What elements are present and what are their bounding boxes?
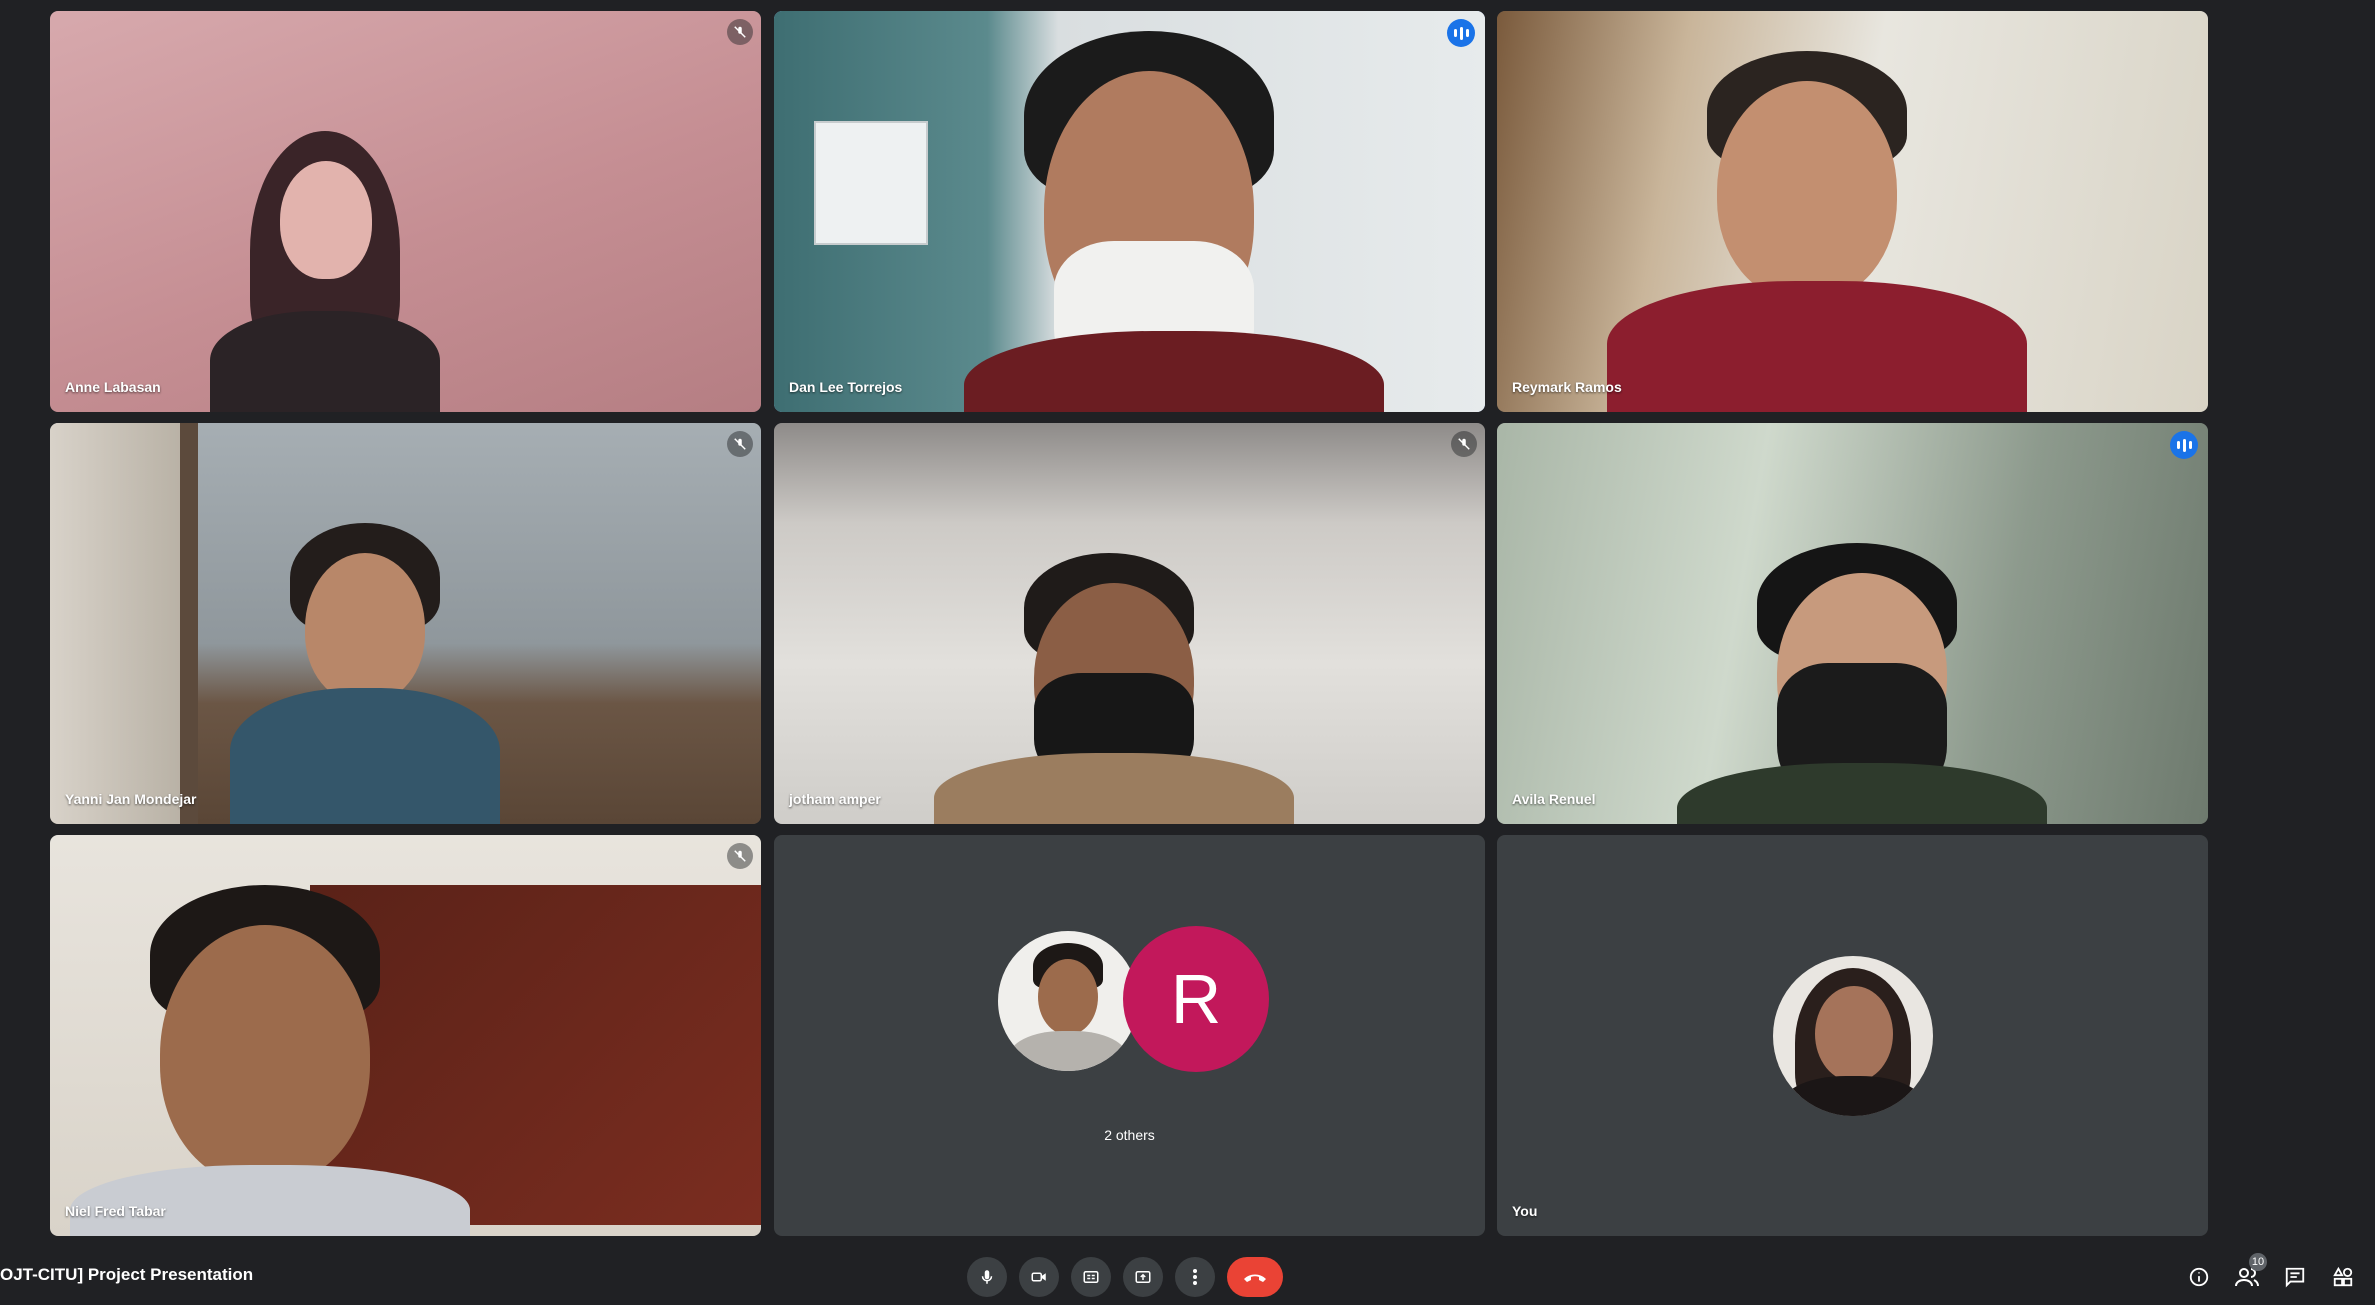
others-tile[interactable]: R 2 others xyxy=(774,835,1485,1236)
participant-tile-reymark[interactable]: Reymark Ramos xyxy=(1497,11,2208,412)
activities-button[interactable] xyxy=(2325,1259,2361,1295)
end-call-icon xyxy=(1244,1274,1266,1282)
participant-tile-yanni[interactable]: Yanni Jan Mondejar xyxy=(50,423,761,824)
chat-button[interactable] xyxy=(2277,1259,2313,1295)
muted-mic-icon xyxy=(727,19,753,45)
participant-tile-niel[interactable]: Niel Fred Tabar xyxy=(50,835,761,1236)
participant-name: Yanni Jan Mondejar xyxy=(65,791,197,807)
camera-icon xyxy=(1031,1272,1046,1282)
end-call-button[interactable] xyxy=(1227,1257,1283,1297)
others-avatar-photo xyxy=(995,928,1141,1074)
microphone-button[interactable] xyxy=(967,1257,1007,1297)
more-options-button[interactable] xyxy=(1175,1257,1215,1297)
microphone-icon xyxy=(981,1270,993,1284)
participant-name: jotham amper xyxy=(789,791,881,807)
others-label: 2 others xyxy=(1104,1127,1155,1143)
participant-tile-anne[interactable]: Anne Labasan xyxy=(50,11,761,412)
activities-icon xyxy=(2333,1266,2353,1287)
participant-name: Avila Renuel xyxy=(1512,791,1596,807)
people-button[interactable]: 10 xyxy=(2229,1253,2267,1295)
present-button[interactable] xyxy=(1123,1257,1163,1297)
more-options-icon xyxy=(1193,1269,1197,1285)
participant-name: Anne Labasan xyxy=(65,379,161,395)
participant-tile-dan[interactable]: Dan Lee Torrejos xyxy=(774,11,1485,412)
info-button[interactable] xyxy=(2181,1259,2217,1295)
participant-tile-jotham[interactable]: jotham amper xyxy=(774,423,1485,824)
captions-button[interactable] xyxy=(1071,1257,1111,1297)
participant-tile-avila[interactable]: Avila Renuel xyxy=(1497,423,2208,824)
muted-mic-icon xyxy=(727,843,753,869)
meeting-title: OJT-CITU] Project Presentation xyxy=(0,1265,254,1284)
camera-button[interactable] xyxy=(1019,1257,1059,1297)
muted-mic-icon xyxy=(1451,431,1477,457)
others-avatar-letter: R xyxy=(1123,926,1269,1072)
chat-icon xyxy=(2285,1267,2305,1288)
muted-mic-icon xyxy=(727,431,753,457)
people-count-badge: 10 xyxy=(2249,1253,2267,1271)
participant-name: Niel Fred Tabar xyxy=(65,1203,166,1219)
speaking-indicator-icon xyxy=(1447,19,1475,47)
self-label: You xyxy=(1512,1203,1538,1219)
participant-name: Reymark Ramos xyxy=(1512,379,1622,395)
self-avatar xyxy=(1773,956,1933,1116)
bottom-bar: OJT-CITU] Project Presentation 10 xyxy=(0,1236,2375,1305)
self-tile[interactable]: You xyxy=(1497,835,2208,1236)
present-icon xyxy=(1135,1271,1151,1283)
info-icon xyxy=(2189,1267,2209,1287)
participant-name: Dan Lee Torrejos xyxy=(789,379,903,395)
speaking-indicator-icon xyxy=(2170,431,2198,459)
captions-icon xyxy=(1083,1271,1099,1283)
